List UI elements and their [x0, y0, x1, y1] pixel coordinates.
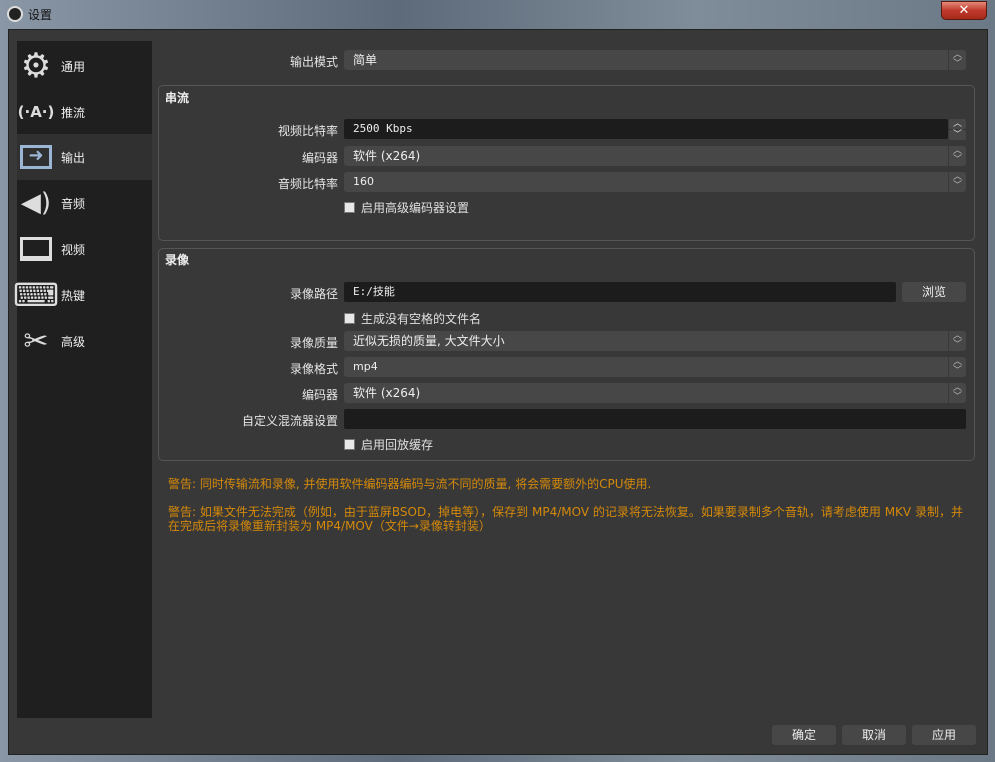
audio-bitrate-select[interactable]: 160 ︿ ﹀ [344, 172, 966, 192]
video-bitrate-label: 视频比特率 [277, 124, 338, 138]
sidebar-item-stream[interactable]: (·A·) 推流 [17, 89, 152, 135]
sidebar-item-advanced[interactable]: ✂ 高级 [17, 318, 152, 364]
stream-encoder-label: 编码器 [301, 151, 338, 165]
keyboard-icon: ⌨ [12, 276, 60, 314]
sidebar-item-general[interactable]: ⚙ 通用 [17, 43, 152, 89]
recording-quality-value: 近似无损的质量, 大文件大小 [353, 334, 505, 348]
muxer-settings-label: 自定义混流器设置 [241, 414, 338, 428]
recording-encoder-value: 软件 (x264) [353, 386, 421, 400]
obs-logo-icon [7, 6, 23, 22]
checkbox-box[interactable] [344, 313, 355, 324]
chevron-updown-icon: ︿ ﹀ [948, 383, 966, 403]
title-bar: 设置 ✕ [0, 0, 995, 30]
audio-bitrate-value: 160 [353, 175, 374, 188]
streaming-group-title: 串流 [165, 91, 190, 105]
monitor-arrow-icon: ➜ [20, 141, 52, 173]
spin-down-icon[interactable]: ﹀ [949, 130, 966, 140]
recording-encoder-select[interactable]: 软件 (x264) ︿ ﹀ [344, 383, 966, 403]
sidebar: ⚙ 通用 (·A·) 推流 ➜ 输出 ◀) 音频 视频 ⌨ 热键 ✂ 高级 [12, 41, 152, 718]
stream-encoder-value: 软件 (x264) [353, 149, 421, 163]
chevron-updown-icon: ︿ ﹀ [948, 357, 966, 377]
recording-quality-select[interactable]: 近似无损的质量, 大文件大小 ︿ ﹀ [344, 331, 966, 351]
chevron-updown-icon: ︿ ﹀ [948, 50, 966, 70]
recording-format-label: 录像格式 [289, 362, 338, 376]
chevron-updown-icon: ︿ ﹀ [948, 331, 966, 351]
recording-group [158, 248, 975, 461]
antenna-icon: (·A·) [17, 103, 55, 121]
replay-buffer-checkbox[interactable]: 启用回放缓存 [344, 436, 433, 453]
checkbox-box[interactable] [344, 439, 355, 450]
warning-mp4: 警告: 如果文件无法完成（例如，由于蓝屏BSOD，掉电等），保存到 MP4/MO… [168, 505, 963, 533]
checkbox-box[interactable] [344, 202, 355, 213]
chevron-updown-icon: ︿ ﹀ [948, 146, 966, 166]
advanced-encoder-checkbox[interactable]: 启用高级编码器设置 [344, 199, 469, 216]
muxer-settings-input[interactable] [344, 409, 966, 429]
recording-encoder-label: 编码器 [301, 388, 338, 402]
advanced-encoder-label: 启用高级编码器设置 [361, 201, 470, 215]
tools-icon: ✂ [23, 323, 49, 359]
replay-buffer-label: 启用回放缓存 [361, 438, 434, 452]
spin-up-icon[interactable]: ︿ [949, 119, 966, 129]
apply-button[interactable]: 应用 [912, 725, 976, 745]
stream-encoder-select[interactable]: 软件 (x264) ︿ ﹀ [344, 146, 966, 166]
no-space-filename-label: 生成没有空格的文件名 [361, 312, 482, 326]
monitor-icon [20, 233, 52, 265]
sidebar-item-hotkeys[interactable]: ⌨ 热键 [12, 272, 152, 318]
warning-cpu: 警告: 同时传输流和录像, 并使用软件编码器编码与流不同的质量, 将会需要额外的… [168, 477, 652, 491]
browse-button[interactable]: 浏览 [902, 282, 966, 302]
video-bitrate-input[interactable]: 2500 Kbps [344, 119, 948, 139]
recording-path-label: 录像路径 [289, 287, 338, 301]
no-space-filename-checkbox[interactable]: 生成没有空格的文件名 [344, 310, 481, 327]
recording-format-select[interactable]: mp4 ︿ ﹀ [344, 357, 966, 377]
ok-button[interactable]: 确定 [772, 725, 836, 745]
cancel-button[interactable]: 取消 [842, 725, 906, 745]
chevron-updown-icon: ︿ ﹀ [948, 172, 966, 192]
sidebar-item-output[interactable]: ➜ 输出 [17, 134, 152, 180]
recording-format-value: mp4 [353, 360, 378, 373]
sidebar-item-audio[interactable]: ◀) 音频 [17, 180, 152, 226]
sidebar-item-video[interactable]: 视频 [17, 226, 152, 272]
video-bitrate-spinner[interactable]: ︿ ﹀ [949, 119, 966, 140]
audio-bitrate-label: 音频比特率 [277, 177, 338, 191]
output-mode-select[interactable]: 简单 ︿ ﹀ [344, 50, 966, 70]
recording-group-title: 录像 [165, 253, 190, 267]
output-mode-value: 简单 [353, 53, 378, 67]
gear-icon: ⚙ [20, 46, 52, 86]
speaker-icon: ◀) [20, 188, 52, 218]
output-mode-label: 输出模式 [289, 55, 338, 69]
recording-path-input[interactable]: E:/技能 [344, 282, 896, 302]
recording-quality-label: 录像质量 [289, 336, 338, 350]
close-button[interactable]: ✕ [941, 1, 987, 20]
window-title: 设置 [28, 8, 53, 22]
